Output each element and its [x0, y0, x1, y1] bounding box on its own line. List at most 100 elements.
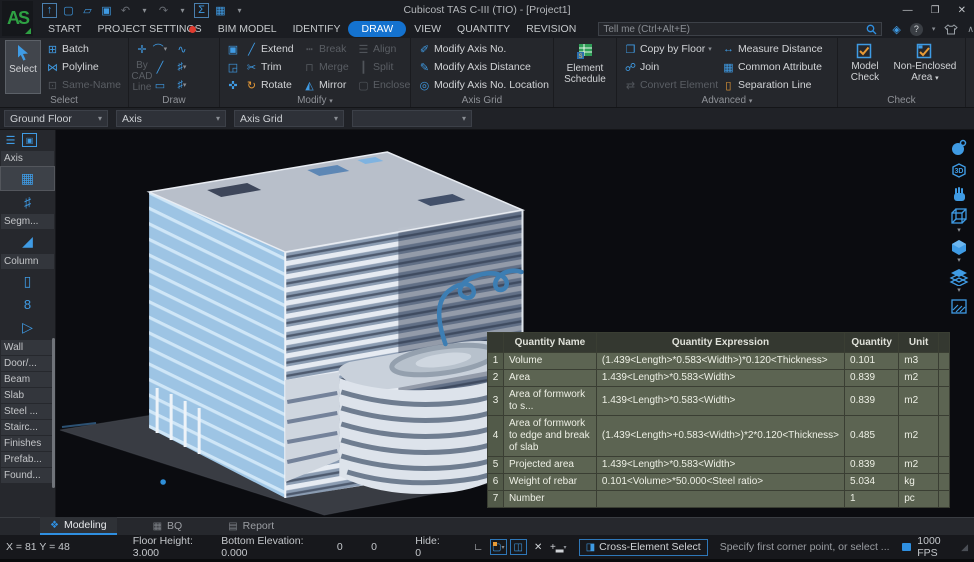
tab-modeling[interactable]: ❖Modeling	[40, 517, 117, 535]
tab-identify[interactable]: IDENTIFY	[285, 21, 349, 37]
advanced-group-label[interactable]: Advanced ▾	[622, 94, 832, 109]
new-file-icon[interactable]: ▢	[61, 3, 76, 18]
element-schedule-button[interactable]: S Element Schedule	[559, 40, 611, 94]
table-row[interactable]: 6 Weight of rebar 0.101<Volume>*50.000<S…	[488, 474, 950, 491]
polyline-select-button[interactable]: ⋈Polyline	[44, 58, 123, 76]
maximize-button[interactable]: ❐	[931, 5, 940, 16]
sidebar-section-staircase[interactable]: Stairc...	[1, 420, 54, 435]
sidebar-item-column[interactable]: ▯	[1, 270, 54, 293]
draw-point-icon[interactable]: ✛	[134, 40, 150, 58]
region-select-icon[interactable]: ▢▾	[490, 539, 507, 555]
extend-button[interactable]: ╱Extend	[243, 40, 299, 58]
select-button[interactable]: Select	[5, 40, 41, 94]
sidebar-section-beam[interactable]: Beam	[1, 372, 54, 387]
separation-line-button[interactable]: ▯Separation Line	[720, 76, 832, 94]
qat-more-caret-icon[interactable]: ▾	[232, 3, 247, 18]
collapse-ribbon-icon[interactable]: ∧	[967, 24, 974, 35]
close-button[interactable]: ✕	[958, 5, 966, 16]
convert-element-button[interactable]: ⇄Convert Element	[622, 76, 718, 94]
modify-axis-no-button[interactable]: ✐Modify Axis No.	[416, 40, 548, 58]
panel-toggle-icon[interactable]: ▣	[22, 133, 37, 147]
sidebar-section-foundation[interactable]: Found...	[1, 468, 54, 483]
undo-icon[interactable]: ↶	[118, 3, 133, 18]
split-button[interactable]: ┃Split	[355, 58, 405, 76]
tab-quantity[interactable]: QUANTITY	[449, 21, 518, 37]
search-icon[interactable]	[866, 24, 877, 35]
sidebar-section-wall[interactable]: Wall	[1, 340, 54, 355]
redo-icon[interactable]: ↷	[156, 3, 171, 18]
sidebar-item-secondary-axis[interactable]: ♯	[1, 190, 54, 213]
tab-report[interactable]: ▤Report	[218, 517, 284, 535]
measure-distance-button[interactable]: ↔Measure Distance	[720, 40, 832, 58]
minimize-button[interactable]: —	[903, 5, 913, 16]
copy-by-floor-button[interactable]: ❐Copy by Floor▾	[622, 40, 718, 58]
tab-bim-model[interactable]: BIM MODEL	[210, 21, 285, 37]
table-row[interactable]: 2 Area 1.439<Length>*0.583<Width> 0.839 …	[488, 370, 950, 387]
enclose-button[interactable]: ▢Enclose	[355, 76, 405, 94]
section-view-icon[interactable]	[947, 295, 971, 318]
draw-node-line-icon[interactable]: ∿	[174, 40, 190, 58]
pan-hand-icon[interactable]	[947, 182, 971, 205]
view-3d-icon[interactable]: 3D	[947, 159, 971, 182]
tab-bq[interactable]: ▦BQ	[143, 517, 193, 535]
non-enclosed-area-button[interactable]: Non-Enclosed Area ▾	[890, 40, 960, 94]
wireframe-view-caret-icon[interactable]: ▾	[957, 228, 961, 235]
sidebar-section-door[interactable]: Door/...	[1, 356, 54, 371]
rotate-button[interactable]: ↻Rotate	[243, 76, 299, 94]
app-logo[interactable]: AS	[2, 1, 33, 36]
trim-button[interactable]: ✂Trim	[243, 58, 299, 76]
draw-arc-icon[interactable]: ⌒▾	[152, 40, 168, 58]
tab-draw[interactable]: DRAW	[348, 21, 406, 37]
sidebar-section-axis[interactable]: Axis	[1, 151, 54, 166]
sidebar-item-axis-grid[interactable]: ▦	[1, 167, 54, 190]
undo-caret-icon[interactable]: ▾	[137, 3, 152, 18]
layers-caret-icon[interactable]: ▾	[957, 288, 961, 295]
tab-revision[interactable]: REVISION	[518, 21, 584, 37]
category-dropdown[interactable]: Axis▾	[116, 110, 226, 127]
assistant-lamp-icon[interactable]: ◈	[892, 23, 900, 36]
element-list-icon[interactable]: ☰	[3, 133, 18, 147]
sidebar-item-column-special[interactable]: ▷	[1, 316, 54, 339]
draw-rectangle-icon[interactable]: ▭	[152, 76, 168, 94]
sidebar-section-slab[interactable]: Slab	[1, 388, 54, 403]
sidebar-section-segment[interactable]: Segm...	[1, 214, 54, 229]
add-layer-icon[interactable]: +▂▾	[550, 539, 567, 555]
shaded-view-caret-icon[interactable]: ▾	[957, 258, 961, 265]
tab-project-settings[interactable]: PROJECT SETTINGS	[89, 21, 209, 37]
sidebar-section-prefab[interactable]: Prefab...	[1, 452, 54, 467]
shaded-view-icon[interactable]	[947, 235, 971, 258]
by-cad-line-button[interactable]: By CAD Line	[134, 58, 150, 94]
table-row[interactable]: 3 Area of formwork to s... 1.439<Length>…	[488, 387, 950, 416]
layers-icon[interactable]	[947, 265, 971, 288]
element-type-dropdown[interactable]: Axis Grid▾	[234, 110, 344, 127]
redo-caret-icon[interactable]: ▾	[175, 3, 190, 18]
mirror-button[interactable]: ◭Mirror	[301, 76, 353, 94]
schedule-icon[interactable]: ▦	[213, 3, 228, 18]
model-check-button[interactable]: Model Check	[843, 40, 887, 94]
align-button[interactable]: ☰Align	[355, 40, 405, 58]
move-icon[interactable]: ✜	[225, 76, 241, 94]
sidebar-scrollbar[interactable]	[52, 338, 55, 488]
break-button[interactable]: ┅Break	[301, 40, 353, 58]
table-row[interactable]: 4 Area of formwork to edge and break of …	[488, 416, 950, 457]
batch-select-button[interactable]: ⊞Batch	[44, 40, 123, 58]
sidebar-section-steel[interactable]: Steel ...	[1, 404, 54, 419]
merge-button[interactable]: ⊓Merge	[301, 58, 353, 76]
search-input[interactable]: Tell me (Ctrl+Alt+E)	[598, 22, 882, 36]
ortho-mode-icon[interactable]: ∟	[470, 539, 487, 555]
modify-axis-distance-button[interactable]: ✎Modify Axis Distance	[416, 58, 548, 76]
draw-grid2-icon[interactable]: ♯▾	[174, 76, 190, 94]
modify-group-label[interactable]: Modify ▾	[225, 94, 405, 109]
tab-view[interactable]: VIEW	[406, 21, 449, 37]
table-row[interactable]: 5 Projected area 1.439<Length>*0.583<Wid…	[488, 457, 950, 474]
sidebar-item-column-round[interactable]: 8	[1, 293, 54, 316]
floor-dropdown[interactable]: Ground Floor▾	[4, 110, 108, 127]
table-row[interactable]: 1 Volume (1.439<Length>*0.583<Width>)*0.…	[488, 353, 950, 370]
save-icon[interactable]: ▣	[99, 3, 114, 18]
snap-nodes-icon[interactable]: ◫	[510, 539, 527, 555]
tab-start[interactable]: START	[40, 21, 89, 37]
join-button[interactable]: ☍Join	[622, 58, 718, 76]
sum-icon[interactable]: Σ	[194, 3, 209, 18]
viewport-3d[interactable]: Quantity Name Quantity Expression Quanti…	[56, 130, 974, 517]
orbit-view-icon[interactable]	[947, 136, 971, 159]
